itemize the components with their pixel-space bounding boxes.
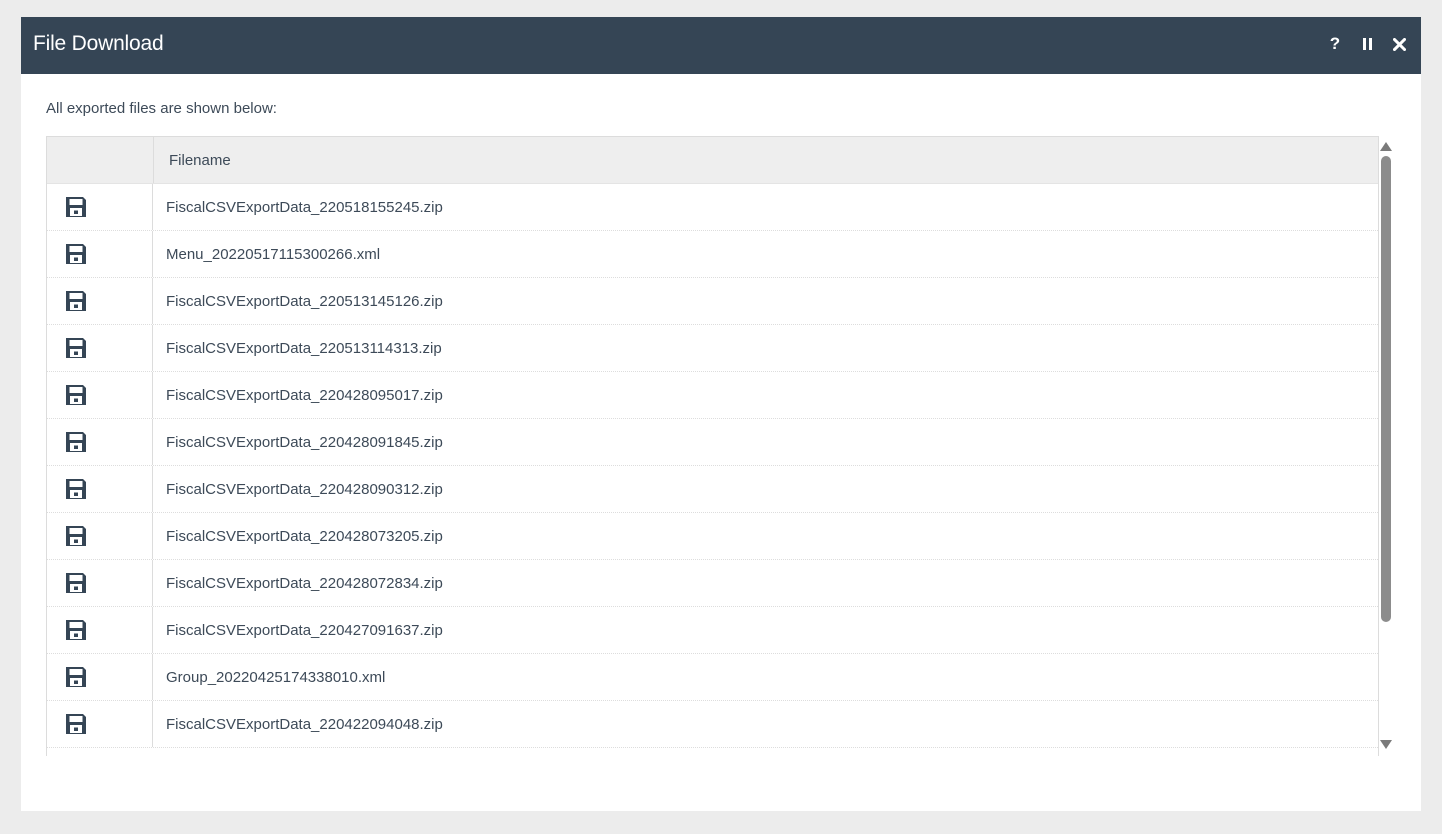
filename-cell[interactable]: FiscalCSVExportData_220513114313.zip [153, 325, 1378, 371]
help-button[interactable]: ? [1319, 31, 1351, 57]
filename-cell[interactable]: FiscalCSVExportData_220428095017.zip [153, 372, 1378, 418]
row-icon-cell [47, 701, 153, 747]
table-row: FiscalCSVExportData_220428091845.zip [47, 419, 1378, 466]
dialog-title: File Download [33, 32, 164, 55]
table-row: FiscalCSVExportData_220428095017.zip [47, 372, 1378, 419]
floppy-disk-icon[interactable] [65, 196, 87, 218]
row-icon-cell [47, 560, 153, 606]
row-icon-cell [47, 607, 153, 653]
pause-button[interactable] [1351, 31, 1383, 57]
scroll-thumb[interactable] [1381, 156, 1391, 622]
scroll-down-arrow-icon[interactable] [1380, 740, 1392, 749]
table-row: FiscalCSVExportData_220428090312.zip [47, 466, 1378, 513]
filename-cell[interactable]: FiscalCSVExportData_220428073205.zip [153, 513, 1378, 559]
intro-text: All exported files are shown below: [46, 100, 277, 117]
table-row: Group_20220425174338010.xml [47, 654, 1378, 701]
row-icon-cell [47, 184, 153, 230]
table-row: FiscalCSVExportData_220518155245.zip [47, 184, 1378, 231]
row-icon-cell [47, 325, 153, 371]
table-row: FiscalCSVExportData_220513145126.zip [47, 278, 1378, 325]
file-download-dialog: File Download ? All exported files are s… [21, 17, 1421, 811]
header-filename[interactable]: Filename [154, 137, 1378, 183]
filename-cell[interactable]: FiscalCSVExportData_220427091637.zip [153, 607, 1378, 653]
close-icon [1392, 37, 1406, 51]
table-row: Menu_20220517115300266.xml [47, 231, 1378, 278]
title-controls: ? [1319, 31, 1415, 57]
row-icon-cell [47, 654, 153, 700]
floppy-disk-icon[interactable] [65, 666, 87, 688]
vertical-scrollbar[interactable] [1377, 136, 1395, 756]
filename-cell[interactable]: FiscalCSVExportData_220428072834.zip [153, 560, 1378, 606]
filename-cell[interactable]: FiscalCSVExportData_220428090312.zip [153, 466, 1378, 512]
table-row: FiscalCSVExportData_220428073205.zip [47, 513, 1378, 560]
filename-cell[interactable]: FiscalCSVExportData_220518155245.zip [153, 184, 1378, 230]
row-icon-cell [47, 419, 153, 465]
filename-cell[interactable]: FiscalCSVExportData_220513145126.zip [153, 278, 1378, 324]
row-icon-cell [47, 278, 153, 324]
floppy-disk-icon[interactable] [65, 713, 87, 735]
header-icon-column [47, 137, 154, 183]
filename-cell[interactable]: FiscalCSVExportData_220422094048.zip [153, 701, 1378, 747]
floppy-disk-icon[interactable] [65, 525, 87, 547]
close-button[interactable] [1383, 31, 1415, 57]
floppy-disk-icon[interactable] [65, 572, 87, 594]
scroll-up-arrow-icon[interactable] [1380, 142, 1392, 151]
table-row: FiscalCSVExportData_220513114313.zip [47, 325, 1378, 372]
floppy-disk-icon[interactable] [65, 290, 87, 312]
pause-icon [1362, 38, 1372, 50]
row-icon-cell [47, 231, 153, 277]
floppy-disk-icon[interactable] [65, 619, 87, 641]
help-icon: ? [1329, 34, 1341, 53]
table-row: FiscalCSVExportData_220428072834.zip [47, 560, 1378, 607]
floppy-disk-icon[interactable] [65, 337, 87, 359]
filename-cell[interactable]: Menu_20220517115300266.xml [153, 231, 1378, 277]
table-row: FiscalCSVExportData_220427091637.zip [47, 607, 1378, 654]
files-grid: Filename FiscalCSVExportData_22051815524… [46, 136, 1379, 756]
floppy-disk-icon[interactable] [65, 478, 87, 500]
floppy-disk-icon[interactable] [65, 384, 87, 406]
grid-header: Filename [47, 137, 1378, 184]
table-row: FiscalCSVExportData_220422094048.zip [47, 701, 1378, 748]
row-icon-cell [47, 466, 153, 512]
floppy-disk-icon[interactable] [65, 431, 87, 453]
floppy-disk-icon[interactable] [65, 243, 87, 265]
filename-cell[interactable]: Group_20220425174338010.xml [153, 654, 1378, 700]
grid-body: FiscalCSVExportData_220518155245.zip Menu… [47, 184, 1378, 748]
dialog-titlebar: File Download ? [21, 17, 1421, 74]
row-icon-cell [47, 372, 153, 418]
filename-cell[interactable]: FiscalCSVExportData_220428091845.zip [153, 419, 1378, 465]
row-icon-cell [47, 513, 153, 559]
